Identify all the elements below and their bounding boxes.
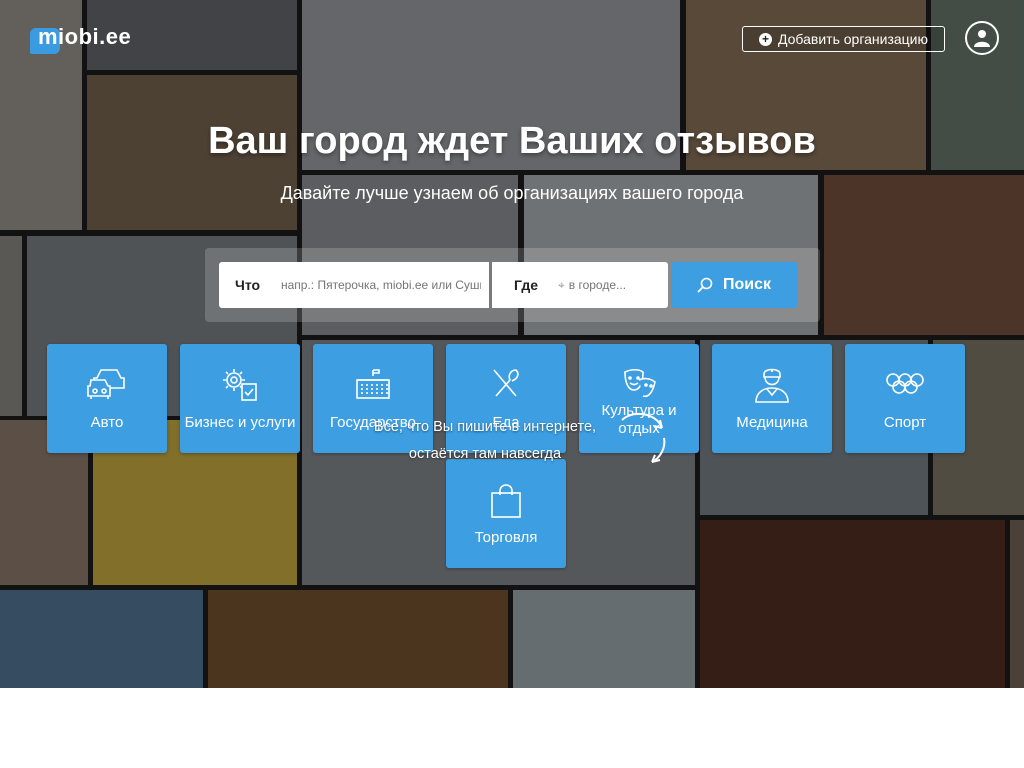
category-label: Спорт xyxy=(883,414,927,431)
fork-knife-icon xyxy=(493,369,519,397)
cars-icon xyxy=(87,369,125,399)
plus-circle-icon: + xyxy=(758,32,772,46)
what-input[interactable] xyxy=(281,278,489,292)
user-icon xyxy=(974,30,990,47)
search-button-label: Поиск xyxy=(722,276,771,293)
theater-masks-icon xyxy=(624,368,656,398)
search-icon xyxy=(697,277,713,293)
olympic-rings-icon xyxy=(886,373,924,394)
gears-document-icon xyxy=(223,369,257,401)
page-subtitle: Давайте лучше узнаем об организациях ваш… xyxy=(280,183,744,203)
site-logo[interactable]: miobi.ee xyxy=(30,24,132,54)
notice-line: остаётся там навсегда xyxy=(408,446,562,462)
category-business[interactable]: Бизнес и услуги xyxy=(180,344,300,453)
notice-line: Все, что Вы пишите в интернете, xyxy=(373,419,597,435)
government-building-icon xyxy=(356,369,390,399)
where-label: Где xyxy=(514,277,539,293)
add-organization-button[interactable]: + Добавить организацию xyxy=(742,26,945,52)
notice-text: Все, что Вы пишите в интернете, остаётся… xyxy=(360,414,610,468)
category-medicine[interactable]: Медицина xyxy=(712,344,832,453)
what-label: Что xyxy=(235,277,261,293)
category-trade[interactable]: Торговля xyxy=(446,459,566,568)
logo-text: miobi.ee xyxy=(38,24,132,49)
shopping-bag-icon xyxy=(491,484,521,518)
add-organization-label: Добавить организацию xyxy=(777,31,928,47)
locate-icon[interactable]: ⌖ xyxy=(558,278,565,293)
doctor-icon xyxy=(755,368,789,403)
category-sport[interactable]: Спорт xyxy=(845,344,965,453)
category-label: Авто xyxy=(90,414,124,431)
user-account-button[interactable] xyxy=(965,21,999,55)
what-field: Что xyxy=(219,262,489,308)
refresh-arrow-icon xyxy=(621,412,666,463)
category-label: Медицина xyxy=(736,414,808,431)
where-input[interactable] xyxy=(566,278,668,292)
page-title: Ваш город ждет Ваших отзывов xyxy=(208,120,816,162)
where-field: Где ⌖ xyxy=(492,262,668,308)
category-label: Бизнес и услуги xyxy=(184,414,296,431)
category-auto[interactable]: Авто xyxy=(47,344,167,453)
search-button[interactable]: Поиск xyxy=(671,262,797,308)
category-label: Торговля xyxy=(474,529,538,546)
